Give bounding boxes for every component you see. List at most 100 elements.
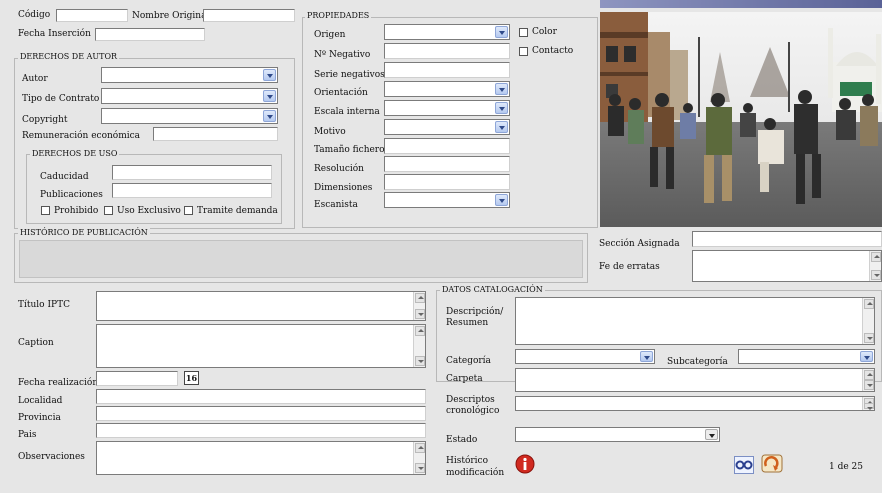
fecha-realizacion-field[interactable] (96, 371, 178, 386)
carpeta-textarea[interactable] (515, 368, 875, 392)
publicaciones-label: Publicaciones (40, 190, 103, 200)
uso-exclusivo-label: Uso Exclusivo (117, 206, 181, 216)
search-binoculars-icon[interactable] (734, 456, 754, 474)
titulo-iptc-textarea[interactable] (96, 291, 426, 321)
categoria-select[interactable] (515, 349, 655, 364)
subcategoria-select[interactable] (738, 349, 875, 364)
negativo-label: Nº Negativo (314, 50, 371, 60)
refresh-icon[interactable] (760, 452, 784, 474)
historico-publicacion-title: HISTÓRICO DE PUBLICACIÓN (18, 228, 150, 237)
negativo-field[interactable] (384, 43, 510, 59)
observaciones-scrollbar[interactable] (413, 442, 425, 474)
autor-label: Autor (22, 74, 48, 84)
publicaciones-field[interactable] (112, 183, 272, 198)
carpeta-label: Carpeta (446, 374, 483, 384)
descriptores-label-2: cronológico (446, 406, 500, 416)
tipo-contrato-select[interactable] (101, 88, 278, 104)
escanista-label: Escanista (314, 200, 358, 210)
historico-publicacion-area[interactable] (19, 240, 583, 278)
serie-negativos-label: Serie negativos (314, 70, 385, 80)
seccion-asignada-label: Sección Asignada (599, 239, 680, 249)
nombre-original-field[interactable] (203, 9, 295, 22)
fe-erratas-scrollbar[interactable] (869, 251, 881, 281)
codigo-label: Código (18, 10, 51, 20)
derechos-uso-title: DERECHOS DE USO (30, 149, 120, 158)
remuneracion-field[interactable] (153, 127, 278, 141)
dimensiones-label: Dimensiones (314, 183, 373, 193)
carpeta-scrollbar[interactable] (862, 369, 874, 391)
caption-textarea[interactable] (96, 324, 426, 368)
descripcion-label-1: Descripción/ (446, 307, 504, 317)
title-bar-strip (600, 0, 882, 8)
contacto-checkbox[interactable] (519, 47, 528, 56)
descriptores-scrollbar[interactable] (862, 397, 874, 410)
estado-label: Estado (446, 435, 478, 445)
fe-erratas-label: Fe de erratas (599, 262, 660, 272)
prohibido-checkbox[interactable] (41, 206, 50, 215)
escala-interna-label: Escala interna (314, 107, 380, 117)
provincia-label: Provincia (18, 413, 61, 423)
tamano-fichero-label: Tamaño fichero (314, 145, 385, 155)
calendar-icon[interactable]: 16 (184, 371, 199, 385)
seccion-asignada-field[interactable] (692, 231, 882, 247)
orientacion-label: Orientación (314, 88, 368, 98)
uso-exclusivo-checkbox[interactable] (104, 206, 113, 215)
descripcion-textarea[interactable] (515, 297, 875, 345)
observaciones-textarea[interactable] (96, 441, 426, 475)
categoria-label: Categoría (446, 356, 491, 366)
titulo-iptc-scrollbar[interactable] (413, 292, 425, 320)
historico-modificacion-label-1: Histórico (446, 456, 489, 466)
color-label: Color (532, 27, 557, 37)
contacto-label: Contacto (532, 46, 574, 56)
subcategoria-label: Subcategoría (667, 357, 728, 367)
resolucion-field[interactable] (384, 156, 510, 172)
copyright-select[interactable] (101, 108, 278, 124)
origen-label: Origen (314, 30, 346, 40)
fe-erratas-textarea[interactable] (692, 250, 882, 282)
localidad-field[interactable] (96, 389, 426, 404)
fecha-insercion-field[interactable] (95, 28, 205, 41)
remuneracion-label: Remuneración económica (22, 131, 141, 141)
color-checkbox[interactable] (519, 28, 528, 37)
caducidad-label: Caducidad (40, 172, 89, 182)
fecha-realizacion-label: Fecha realización (18, 378, 99, 388)
caducidad-field[interactable] (112, 165, 272, 180)
descripcion-label-2: Resumen (446, 318, 489, 328)
provincia-field[interactable] (96, 406, 426, 421)
pais-label: Pais (18, 430, 37, 440)
propiedades-title: PROPIEDADES (305, 11, 372, 20)
serie-negativos-field[interactable] (384, 62, 510, 78)
codigo-field[interactable] (56, 9, 128, 22)
tramite-demanda-checkbox[interactable] (184, 206, 193, 215)
tamano-fichero-field[interactable] (384, 138, 510, 154)
autor-select[interactable] (101, 67, 278, 83)
escanista-select[interactable] (384, 192, 510, 208)
nombre-original-label: Nombre Original (132, 11, 210, 21)
orientacion-select[interactable] (384, 81, 510, 97)
info-icon[interactable] (515, 454, 535, 474)
caption-label: Caption (18, 338, 54, 348)
origen-select[interactable] (384, 24, 510, 40)
observaciones-label: Observaciones (18, 452, 85, 462)
pager-text: 1 de 25 (829, 462, 863, 472)
photo-preview[interactable] (600, 12, 882, 227)
derechos-autor-title: DERECHOS DE AUTOR (18, 52, 120, 61)
dimensiones-field[interactable] (384, 174, 510, 190)
motivo-label: Motivo (314, 127, 346, 137)
descripcion-scrollbar[interactable] (862, 298, 874, 344)
descriptores-label-1: Descriptos (446, 395, 495, 405)
escala-interna-select[interactable] (384, 100, 510, 116)
estado-select[interactable] (515, 427, 720, 442)
prohibido-label: Prohibido (54, 206, 99, 216)
tipo-contrato-label: Tipo de Contrato (22, 94, 100, 104)
motivo-select[interactable] (384, 119, 510, 135)
caption-scrollbar[interactable] (413, 325, 425, 367)
catalogacion-title: DATOS CATALOGACIÓN (440, 285, 545, 294)
pais-field[interactable] (96, 423, 426, 438)
titulo-iptc-label: Título IPTC (18, 300, 70, 310)
street-scene-photo (600, 12, 882, 227)
tramite-demanda-label: Tramite demanda (197, 206, 278, 216)
resolucion-label: Resolución (314, 164, 364, 174)
copyright-label: Copyright (22, 115, 68, 125)
descriptores-textarea[interactable] (515, 396, 875, 411)
